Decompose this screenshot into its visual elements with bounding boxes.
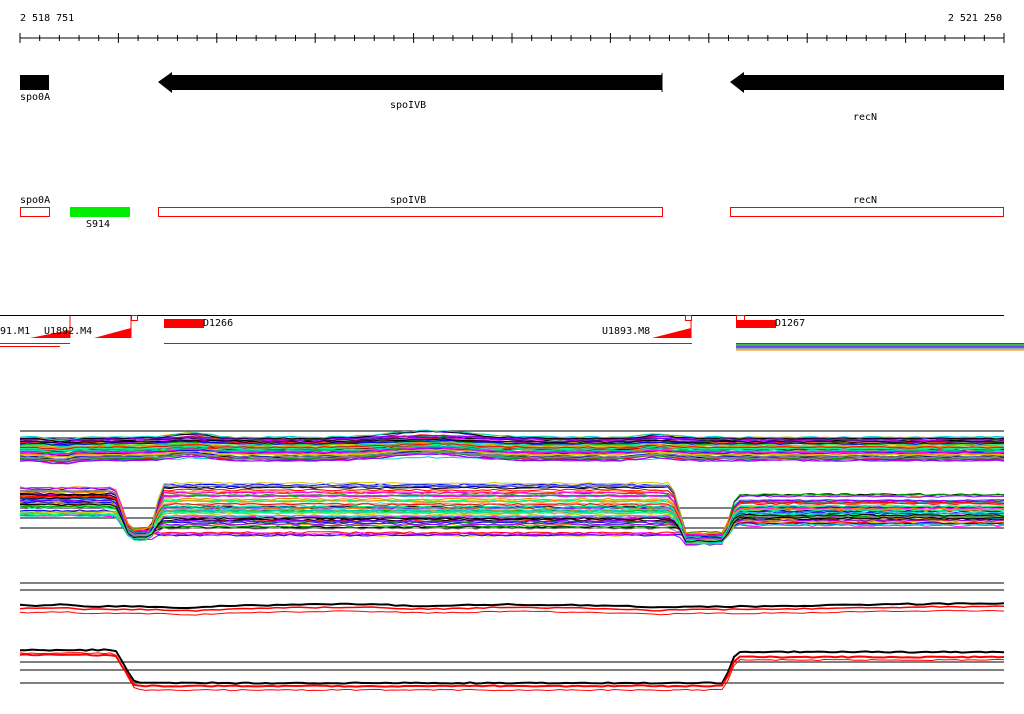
ruler-end-coordinate: 2 521 250 xyxy=(947,13,1002,24)
gene-label-spo0a[interactable]: spo0A xyxy=(20,92,50,103)
segment-marker xyxy=(736,315,745,321)
annotation-box-spoivb xyxy=(158,207,663,217)
annotation-box-recn xyxy=(730,207,1004,217)
gene-label-recn[interactable]: recN xyxy=(853,112,877,123)
segment-marker xyxy=(131,315,138,321)
annotation-label-spo0a: spo0A xyxy=(20,195,51,206)
segment-d1267-block xyxy=(736,320,776,328)
gene-label-spoivb[interactable]: spoIVB xyxy=(390,100,426,111)
gene-recn-arrow xyxy=(730,72,1004,93)
summary-trace xyxy=(19,648,1005,685)
gene-spo0a-arrow xyxy=(20,75,49,90)
segment-label-u1892-m4[interactable]: U1892.M4 xyxy=(44,326,92,337)
annotation-label-spoivb: spoIVB xyxy=(390,195,427,206)
summary-trace xyxy=(19,652,1005,692)
segment-label-u1893-m8[interactable]: U1893.M8 xyxy=(602,326,650,337)
annotation-box-spo0a xyxy=(20,207,50,217)
ruler-start-coordinate: 2 518 751 xyxy=(20,13,75,24)
genome-browser-view: 2 518 751 2 521 250 spo0A spoIVB recN sp… xyxy=(0,0,1024,714)
segment-label-d1266[interactable]: D1266 xyxy=(203,318,233,329)
segment-ramp-m8 xyxy=(652,328,691,338)
segment-ramp-m4 xyxy=(94,328,131,338)
genome-track-canvas xyxy=(0,33,1024,692)
segment-marker xyxy=(685,315,692,321)
feature-label-s914[interactable]: S914 xyxy=(86,219,110,230)
feature-s914-box xyxy=(70,207,130,217)
segment-label-d1267[interactable]: D1267 xyxy=(775,318,805,329)
segment-d1266-block xyxy=(164,319,204,328)
segment-label-91-m1[interactable]: 91.M1 xyxy=(0,326,30,337)
annotation-label-recn: recN xyxy=(853,195,878,206)
gene-spoivb-arrow xyxy=(158,72,662,93)
